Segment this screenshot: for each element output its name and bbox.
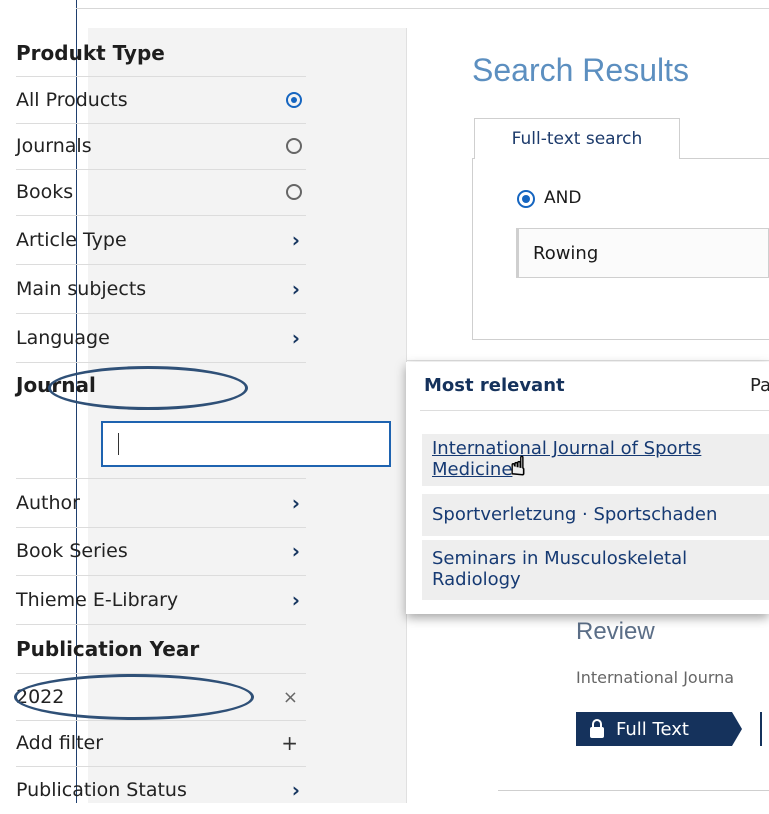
add-filter-row[interactable]: Add filter +	[16, 720, 306, 767]
option-label: Journals	[16, 135, 92, 157]
chevron-right-icon: ›	[291, 277, 300, 301]
option-label: All Products	[16, 89, 128, 111]
suggestion-item[interactable]: Sportverletzung · Sportschaden	[422, 494, 769, 536]
radio-icon[interactable]	[286, 184, 302, 200]
operator-label: AND	[544, 188, 582, 208]
plus-icon[interactable]: +	[281, 731, 298, 755]
add-filter-label: Add filter	[16, 732, 104, 754]
button-arrow	[732, 712, 742, 746]
search-query-input[interactable]: Rowing	[516, 228, 769, 278]
option-label: Books	[16, 181, 74, 203]
dropdown-header: Most relevant	[424, 375, 565, 396]
chevron-right-icon: ›	[291, 326, 300, 350]
suggestion-item[interactable]: Seminars in Musculoskeletal Radiology	[422, 540, 769, 600]
option-all-products[interactable]: All Products	[16, 77, 306, 124]
chevron-right-icon: ›	[291, 491, 300, 515]
dropdown-header-secondary[interactable]: Pa	[750, 375, 769, 396]
top-border	[76, 8, 769, 9]
facet-main-subjects[interactable]: Main subjects ›	[16, 265, 306, 314]
suggestion-line: Seminars in Musculoskeletal	[432, 548, 688, 569]
suggestion-line: International Journal of Sports	[432, 438, 702, 459]
option-books[interactable]: Books	[16, 169, 306, 216]
page-title: Search Results	[472, 52, 689, 88]
facet-author[interactable]: Author ›	[16, 478, 306, 528]
tab-full-text-search[interactable]: Full-text search	[474, 118, 680, 159]
chevron-right-icon: ›	[291, 588, 300, 612]
facet-label: Main subjects	[16, 278, 147, 300]
hand-cursor-icon: ☝	[510, 452, 527, 483]
full-text-label: Full Text	[616, 718, 689, 740]
suggestion-line: Medicine	[432, 459, 513, 480]
publication-year-title: Publication Year	[16, 637, 200, 661]
facet-label: Language	[16, 327, 110, 349]
chevron-right-icon: ›	[291, 228, 300, 252]
result-journal[interactable]: International Journa	[576, 668, 734, 687]
journal-filter-input[interactable]	[101, 421, 391, 467]
facet-publication-status[interactable]: Publication Status ›	[16, 766, 306, 814]
facet-language[interactable]: Language ›	[16, 314, 306, 363]
facet-article-type[interactable]: Article Type ›	[16, 216, 306, 265]
facet-book-series[interactable]: Book Series ›	[16, 527, 306, 576]
facet-label: Publication Status	[16, 779, 187, 801]
facet-label: Thieme E-Library	[16, 589, 179, 611]
next-button-edge[interactable]	[760, 712, 769, 746]
radio-icon[interactable]	[286, 138, 302, 154]
text-cursor	[118, 433, 119, 455]
suggestion-line: Radiology	[432, 569, 521, 590]
suggestion-line: Sportverletzung · Sportschaden	[432, 504, 718, 525]
annotation-ellipse-year	[14, 674, 254, 720]
annotation-ellipse-journal	[48, 366, 248, 410]
result-type: Review	[576, 618, 655, 645]
radio-and-icon[interactable]	[517, 190, 535, 208]
facet-label: Article Type	[16, 229, 127, 251]
facet-thieme-e-library[interactable]: Thieme E-Library ›	[16, 576, 306, 625]
chevron-right-icon: ›	[291, 539, 300, 563]
full-text-button[interactable]: Full Text	[576, 712, 732, 746]
lock-icon	[590, 718, 604, 738]
option-journals[interactable]: Journals	[16, 123, 306, 170]
facet-label: Book Series	[16, 540, 128, 562]
facet-label: Author	[16, 492, 80, 514]
product-type-title: Produkt Type	[16, 41, 165, 65]
close-icon[interactable]: ×	[283, 687, 298, 708]
suggestion-item[interactable]: International Journal of Sports Medicine	[422, 434, 769, 486]
publication-year-heading: Publication Year	[16, 625, 306, 674]
radio-selected-icon[interactable]	[286, 92, 302, 108]
chevron-right-icon: ›	[291, 778, 300, 802]
result-divider	[498, 790, 769, 791]
divider	[406, 360, 769, 361]
dropdown-divider	[420, 410, 769, 411]
product-type-heading: Produkt Type	[16, 30, 306, 77]
